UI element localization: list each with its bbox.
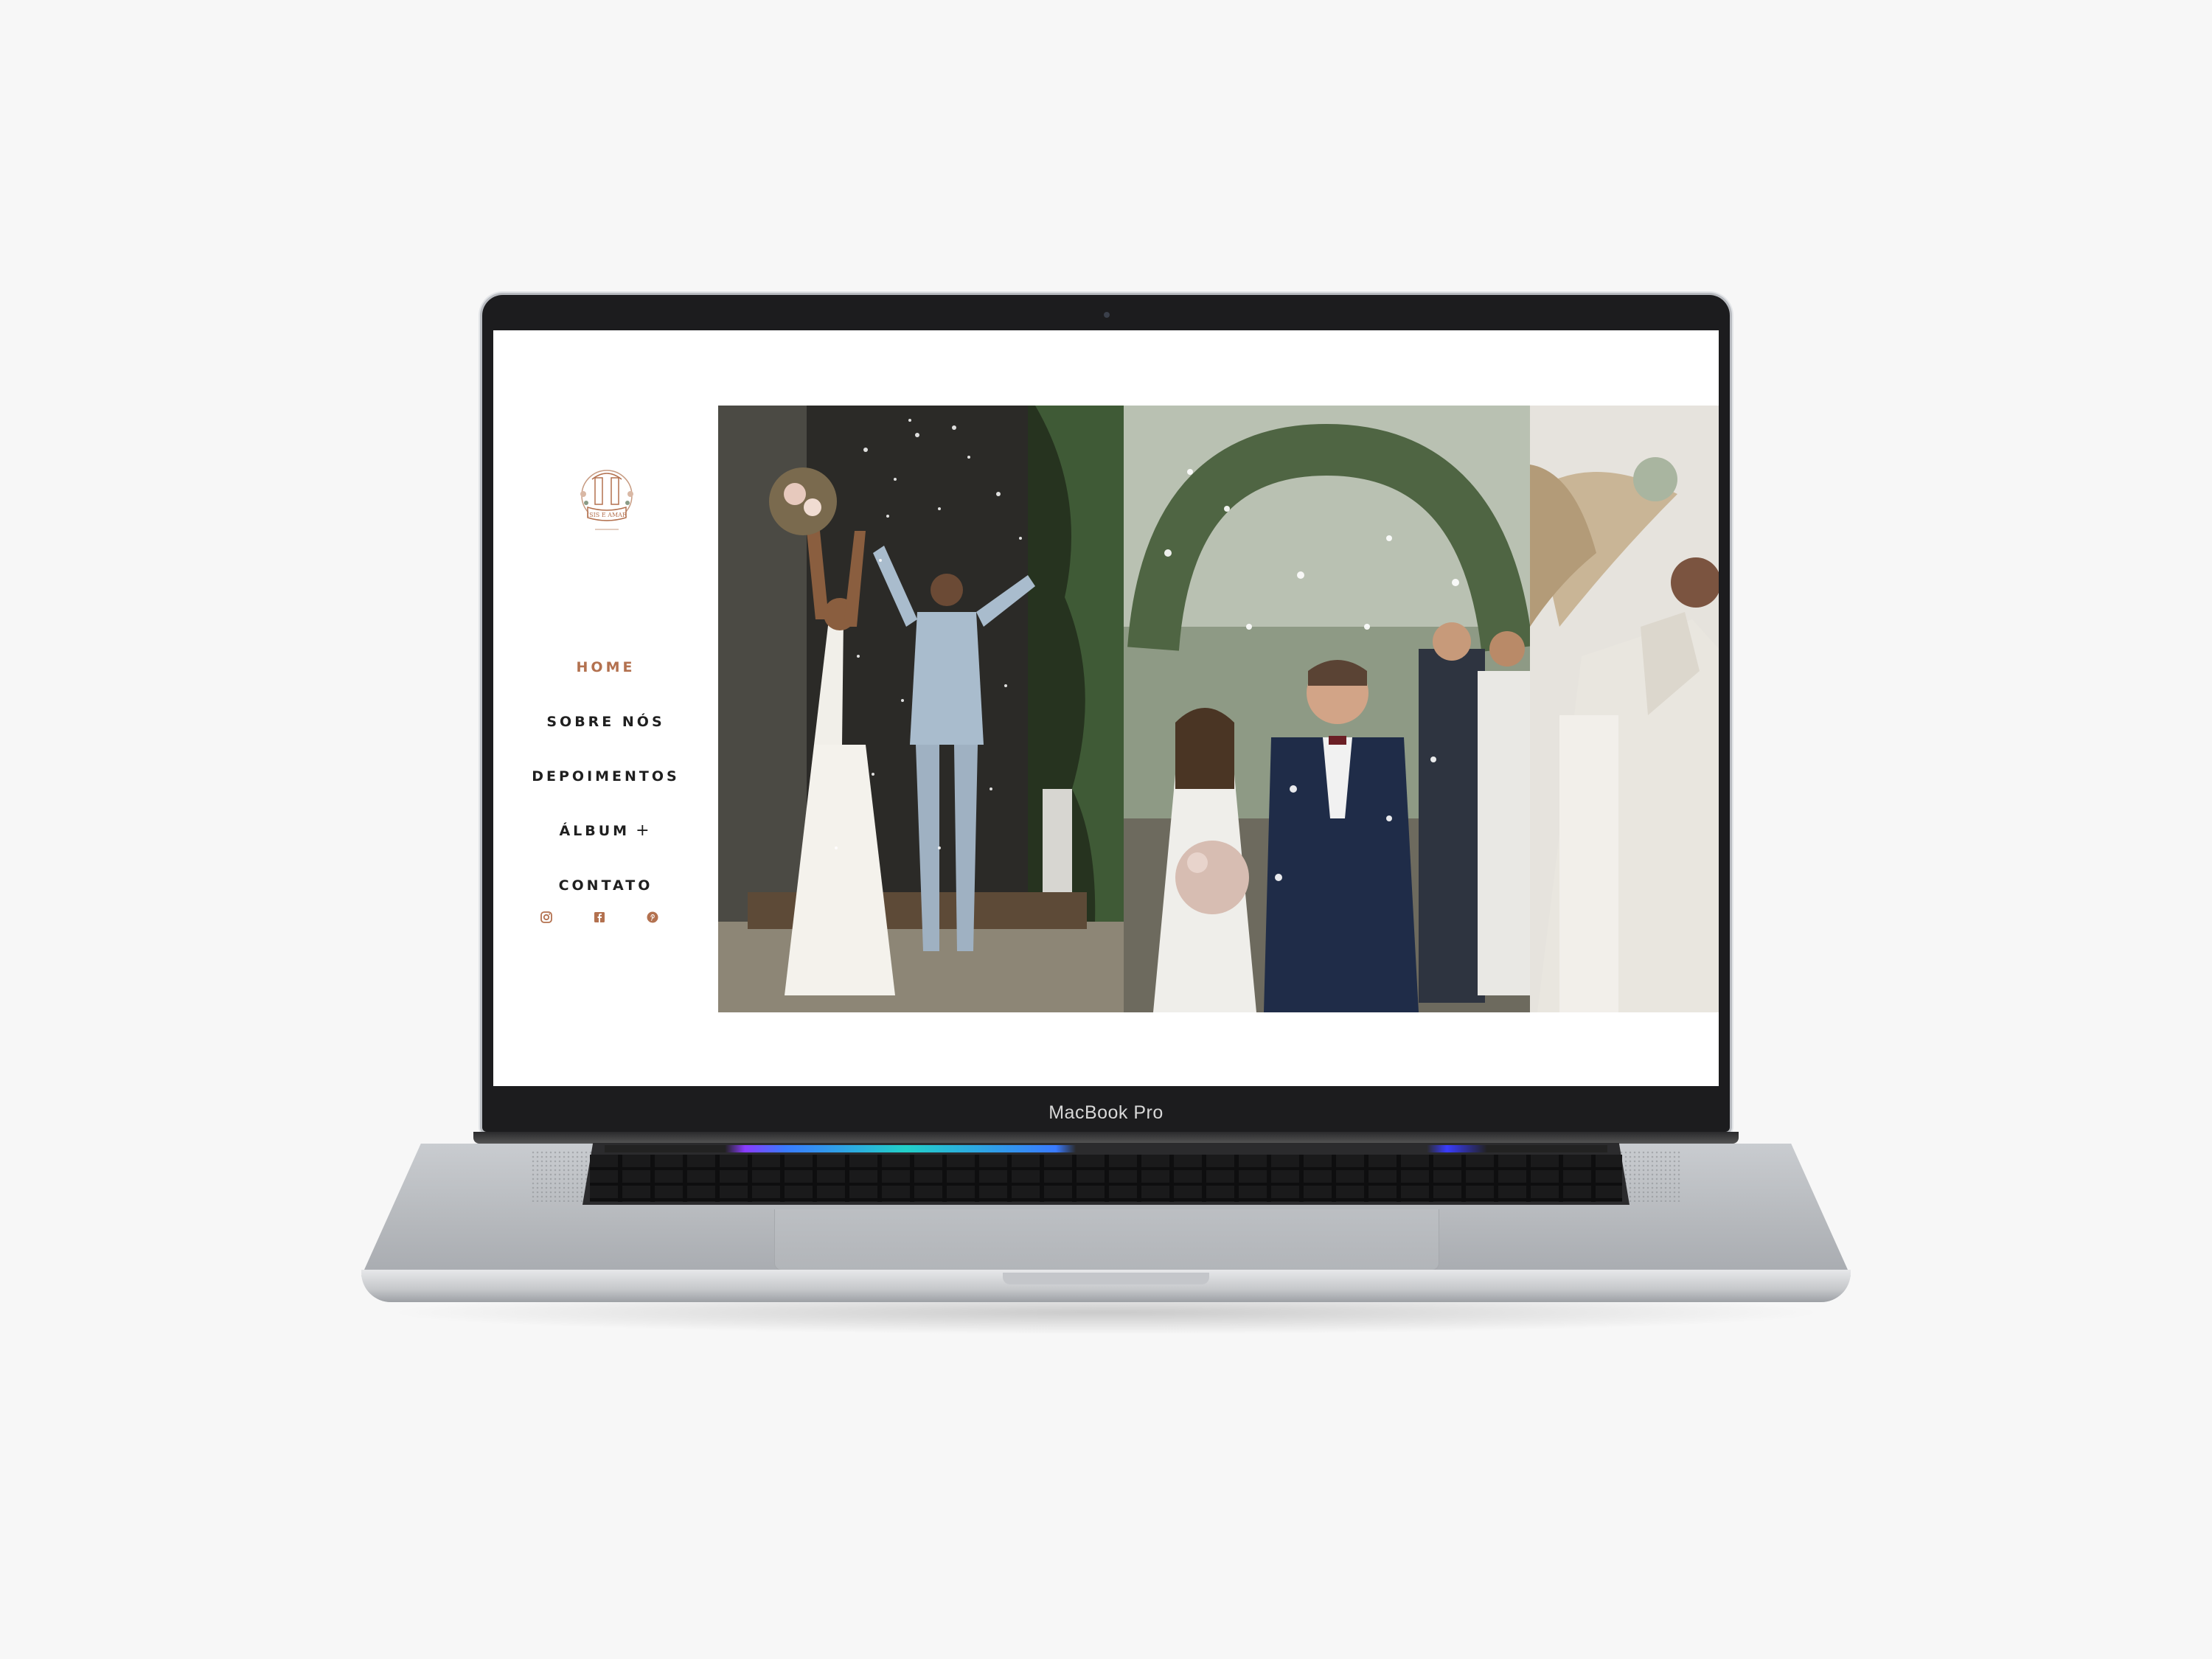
nav-item-album-label: ÁLBUM (559, 823, 630, 839)
trackpad (774, 1209, 1439, 1270)
laptop-screen: ÍSIS E AMAR HOME SOBRE NÓS DEPOIMENTOS Á… (493, 330, 1719, 1086)
webcam (1104, 312, 1110, 318)
lid-open-notch (1003, 1273, 1209, 1284)
gallery-photo-1[interactable] (718, 406, 1124, 1012)
nav-item-album[interactable]: ÁLBUM + (493, 804, 718, 858)
nav-item-sobre-nos[interactable]: SOBRE NÓS (493, 695, 718, 749)
hero-gallery[interactable] (718, 406, 1719, 1012)
pinterest-icon[interactable] (645, 910, 660, 925)
logo-emblem-icon: ÍSIS E AMAR (580, 470, 633, 530)
gallery-photo-3[interactable] (1530, 406, 1719, 1012)
couple-confetti-photo (718, 406, 1124, 1012)
laptop-brand-label: MacBook Pro (1048, 1102, 1164, 1123)
nav-item-depoimentos[interactable]: DEPOIMENTOS (493, 749, 718, 804)
main-nav: HOME SOBRE NÓS DEPOIMENTOS ÁLBUM + CONTAT… (493, 640, 718, 913)
groom-cream-suit-photo (1530, 406, 1719, 1012)
nav-item-home[interactable]: HOME (493, 640, 718, 695)
sidebar: ÍSIS E AMAR HOME SOBRE NÓS DEPOIMENTOS Á… (493, 330, 707, 1086)
keyboard-keys (590, 1155, 1622, 1202)
couple-petals-photo (1124, 406, 1530, 1012)
plus-icon[interactable]: + (636, 804, 652, 858)
social-links (539, 910, 672, 932)
facebook-icon[interactable] (592, 910, 607, 925)
brand-logo[interactable]: ÍSIS E AMAR (566, 462, 648, 544)
gallery-photo-2[interactable] (1124, 406, 1530, 1012)
svg-text:ÍSIS E AMAR: ÍSIS E AMAR (587, 512, 627, 518)
instagram-icon[interactable] (539, 910, 554, 925)
laptop-hinge (473, 1132, 1739, 1144)
nav-item-contato[interactable]: CONTATO (493, 858, 718, 913)
touch-bar (605, 1145, 1607, 1152)
